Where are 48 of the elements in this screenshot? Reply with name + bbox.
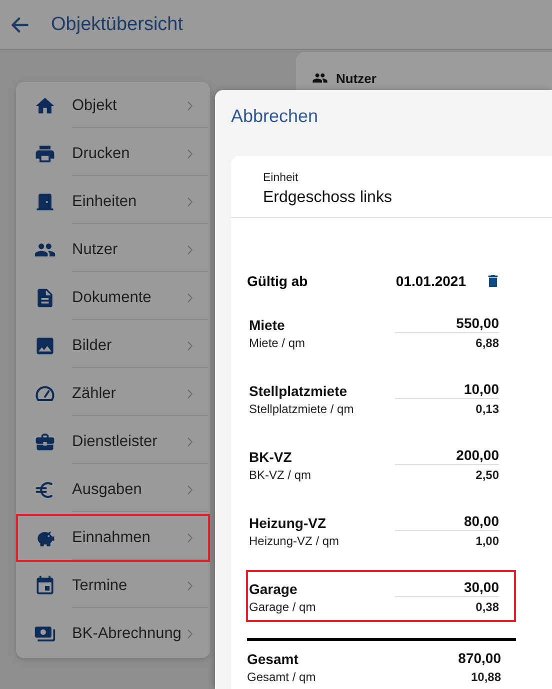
sidebar-item[interactable]: Einnahmen (16, 514, 210, 562)
sidebar-item[interactable]: Dienstleister (16, 418, 210, 466)
per-sqm-value: 0,38 (476, 600, 499, 614)
per-sqm-label: Miete / qm (249, 336, 306, 350)
door-icon (34, 191, 56, 213)
field-value: Erdgeschoss links (263, 189, 393, 207)
amount-label: Garage (249, 581, 298, 597)
per-sqm-label: Gesamt / qm (247, 670, 316, 684)
sidebar-item[interactable]: Ausgaben (16, 466, 210, 514)
sidebar-item[interactable]: BK-Abrechnung (16, 610, 210, 658)
per-sqm-label: Garage / qm (249, 600, 316, 614)
briefcase-icon (34, 431, 56, 453)
sidebar-item[interactable]: Einheiten (16, 178, 210, 226)
per-sqm-label: BK-VZ / qm (249, 468, 312, 482)
date-value: 01.01.2021 (396, 273, 466, 289)
sidebar-item[interactable]: Dokumente (16, 274, 210, 322)
amount-value: 80,00 (395, 513, 499, 531)
amount-value: 870,00 (457, 650, 501, 667)
field-label: Gültig ab (247, 273, 309, 289)
amount-value: 30,00 (395, 579, 499, 597)
image-icon (34, 335, 56, 357)
field-label: Einheit (263, 172, 300, 184)
sidebar-item[interactable]: Drucken (16, 130, 210, 178)
cancel-button[interactable]: Abbrechen (231, 106, 318, 127)
per-sqm-label: Heizung-VZ / qm (249, 534, 340, 548)
amount-value: 10,00 (395, 381, 499, 399)
printer-icon (34, 143, 56, 165)
per-sqm-value: 6,88 (476, 336, 499, 350)
per-sqm-label: Stellplatzmiete / qm (249, 402, 354, 416)
page-title: Objektübersicht (51, 14, 184, 36)
calendar-icon (34, 575, 56, 597)
sidebar-item[interactable]: Bilder (16, 322, 210, 370)
per-sqm-value: 2,50 (476, 468, 499, 482)
amount-value: 200,00 (395, 447, 499, 465)
per-sqm-value: 0,13 (476, 402, 499, 416)
sidebar-item[interactable]: Objekt (16, 82, 210, 130)
per-sqm-value: 1,00 (476, 534, 499, 548)
sidebar-item[interactable]: Termine (16, 562, 210, 610)
sidebar-item[interactable]: Nutzer (16, 226, 210, 274)
amount-label: Heizung-VZ (249, 515, 326, 531)
amount-value: 550,00 (395, 315, 499, 333)
sidebar-item[interactable]: Zähler (16, 370, 210, 418)
amount-label: Miete (249, 317, 285, 333)
amount-label: BK-VZ (249, 449, 292, 465)
card-title: Nutzer (336, 70, 376, 86)
per-sqm-value: 10,88 (470, 670, 501, 684)
amount-label: Gesamt (247, 651, 298, 667)
amount-label: Stellplatzmiete (249, 383, 348, 399)
